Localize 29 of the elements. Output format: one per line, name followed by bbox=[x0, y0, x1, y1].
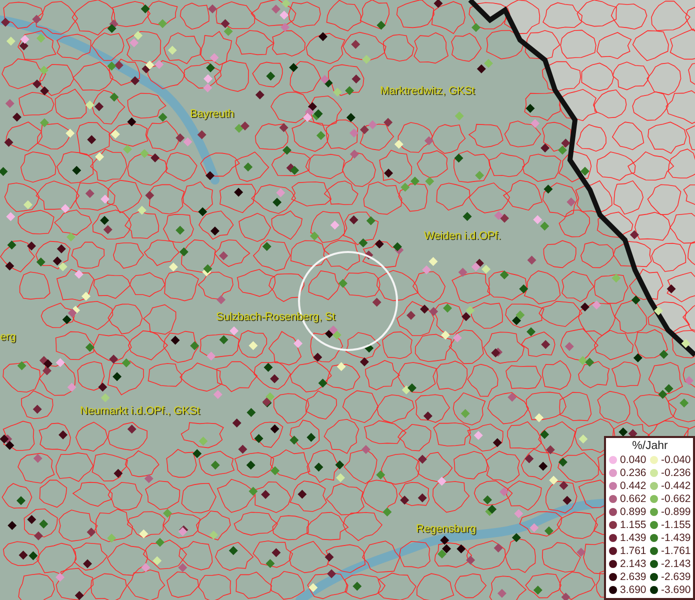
legend-value: -2.639 bbox=[661, 570, 691, 582]
place-label: erg bbox=[0, 331, 16, 344]
legend-value: 0.899 bbox=[620, 506, 648, 518]
legend-value: -1.155 bbox=[661, 518, 691, 530]
legend-value: -0.236 bbox=[661, 466, 691, 478]
place-label: Neumarkt i.d.OPf., GKSt bbox=[80, 405, 200, 418]
place-label: Regensburg bbox=[416, 523, 476, 536]
legend-value: -0.040 bbox=[661, 454, 691, 466]
legend-value: 1.155 bbox=[620, 518, 648, 530]
place-label: Bayreuth bbox=[190, 108, 234, 121]
legend-value: -1.761 bbox=[661, 544, 691, 556]
legend-value: 0.040 bbox=[620, 454, 648, 466]
legend-value: 2.143 bbox=[620, 558, 648, 570]
legend-value: 0.442 bbox=[620, 480, 648, 492]
legend-value: 0.662 bbox=[620, 492, 648, 504]
legend-value: -0.899 bbox=[661, 506, 691, 518]
place-label: Weiden i.d.OPf. bbox=[424, 230, 501, 243]
legend-value: -0.662 bbox=[661, 492, 691, 504]
legend-value: 0.236 bbox=[620, 466, 648, 478]
legend-value: -0.442 bbox=[661, 480, 691, 492]
legend-value: -1.439 bbox=[661, 532, 691, 544]
legend-title: %/Jahr bbox=[631, 440, 669, 453]
legend-value: -3.690 bbox=[661, 584, 691, 596]
legend-value: 1.439 bbox=[620, 532, 648, 544]
legend-value: 3.690 bbox=[620, 584, 648, 596]
legend-value: -2.143 bbox=[661, 558, 691, 570]
place-label: Marktredwitz, GKSt bbox=[380, 85, 475, 98]
legend-value: 1.761 bbox=[620, 544, 648, 556]
legend-value: 2.639 bbox=[620, 570, 648, 582]
